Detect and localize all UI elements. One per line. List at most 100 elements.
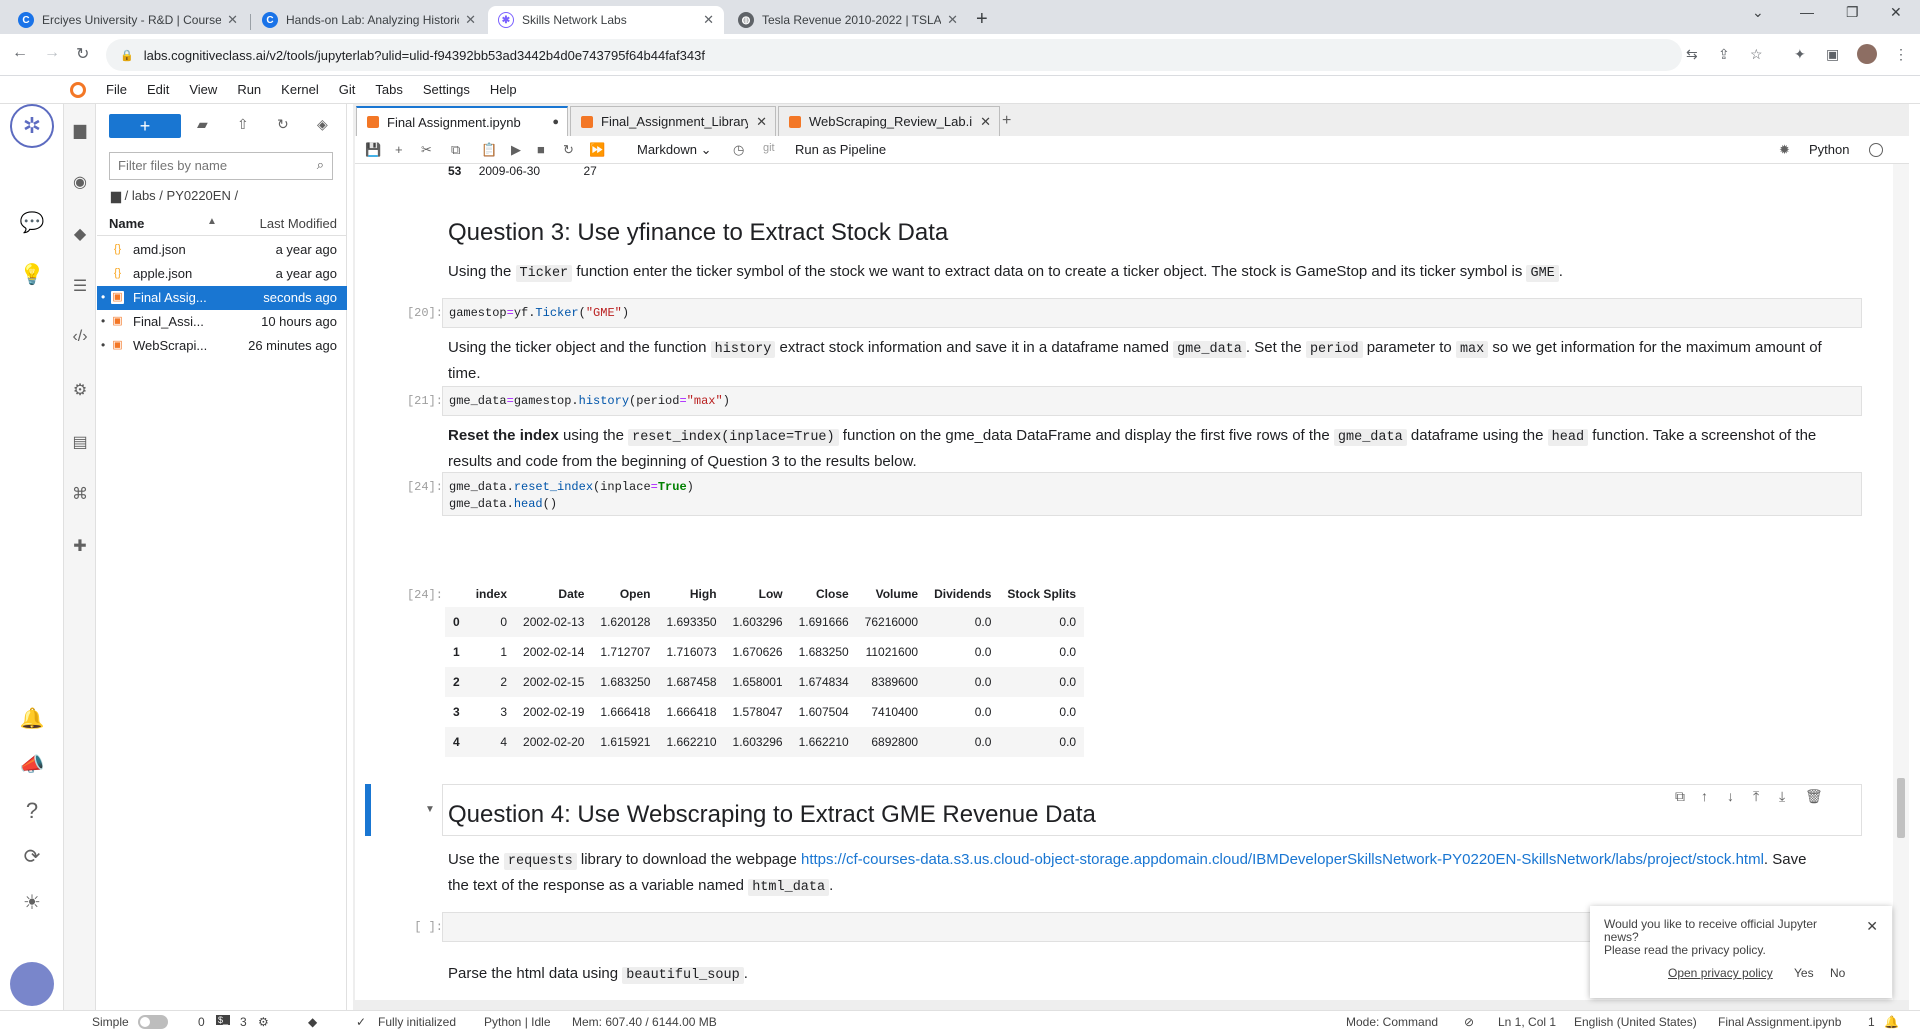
code-cell-history[interactable]: gme_data=gamestop.history(period="max") [442, 386, 1862, 416]
git-icon[interactable]: ◆ [70, 224, 90, 244]
menu-tabs[interactable]: Tabs [375, 82, 402, 97]
menu-kernel[interactable]: Kernel [281, 82, 319, 97]
menu-settings[interactable]: Settings [423, 82, 470, 97]
cut-icon[interactable]: ✂ [421, 142, 432, 158]
git-diff-button[interactable]: git [763, 142, 775, 154]
language-selector[interactable]: English (United States) [1574, 1015, 1697, 1029]
chrome-menu-icon[interactable]: ⋮ [1894, 46, 1908, 63]
run-icon[interactable]: ▶ [511, 142, 521, 158]
folder-icon[interactable]: ▆ [70, 120, 90, 140]
close-tab-icon[interactable]: ✕ [465, 12, 476, 28]
running-kernels-icon[interactable]: ◉ [70, 172, 90, 192]
menu-view[interactable]: View [189, 82, 217, 97]
move-down-icon[interactable]: ↓ [1727, 788, 1734, 804]
column-name[interactable]: Name [109, 216, 144, 231]
browser-tab-erciyes[interactable]: C Erciyes University - R&D | Course ✕ [8, 6, 248, 34]
move-up-icon[interactable]: ↑ [1701, 788, 1708, 804]
notification-bell-icon[interactable]: 🔔 [1884, 1015, 1899, 1029]
menu-git[interactable]: Git [339, 82, 356, 97]
close-tab-icon[interactable]: ✕ [227, 12, 238, 28]
side-panel-icon[interactable]: ▣ [1826, 46, 1839, 63]
browser-tab-skills-network[interactable]: ✱ Skills Network Labs ✕ [488, 6, 724, 34]
yes-button[interactable]: Yes [1790, 964, 1818, 982]
insert-below-icon[interactable]: ⤓ [1779, 788, 1785, 805]
close-tab-icon[interactable]: ✕ [703, 12, 714, 28]
close-icon[interactable]: ✕ [1866, 918, 1878, 935]
git-clone-icon[interactable]: ◈ [317, 116, 328, 133]
file-item-final-library[interactable]: • ▣ Final_Assi... 10 hours ago [97, 310, 347, 334]
translate-icon[interactable]: ⇆ [1686, 46, 1698, 63]
back-icon[interactable]: ← [12, 44, 28, 62]
add-tab-icon[interactable]: + [1002, 112, 1011, 130]
close-tab-icon[interactable]: ✕ [947, 12, 958, 28]
delete-cell-icon[interactable]: 🗑 [1805, 788, 1823, 805]
breadcrumb[interactable]: ▆ / labs / PY0220EN / [111, 188, 238, 204]
no-button[interactable]: No [1826, 964, 1849, 982]
refresh-icon[interactable]: ↻ [277, 116, 289, 133]
close-window-icon[interactable]: ✕ [1890, 4, 1902, 21]
cursor-position[interactable]: Ln 1, Col 1 [1498, 1015, 1556, 1029]
megaphone-icon[interactable]: 📣 [18, 752, 46, 777]
pipeline-icon[interactable]: ▤ [70, 432, 90, 452]
new-launcher-button[interactable]: + [109, 114, 181, 138]
bell-icon[interactable]: 🔔 [18, 706, 46, 731]
stop-icon[interactable]: ■ [537, 142, 545, 157]
forward-icon[interactable]: → [44, 44, 60, 62]
reload-icon[interactable]: ↻ [76, 44, 89, 64]
insert-above-icon[interactable]: ⤒ [1753, 788, 1759, 805]
stock-html-link[interactable]: https://cf-courses-data.s3.us.cloud-obje… [801, 851, 1764, 868]
upload-icon[interactable]: ⇧ [237, 116, 249, 133]
cell-type-select[interactable]: Markdown ⌄ [637, 142, 711, 158]
file-item-apple[interactable]: {} apple.json a year ago [97, 262, 347, 286]
theme-sun-icon[interactable]: ☀ [18, 890, 46, 915]
tab-webscraping-review[interactable]: WebScraping_Review_Lab.ip ✕ [778, 106, 1000, 136]
close-icon[interactable]: ✕ [756, 114, 767, 130]
new-folder-icon[interactable]: ▰ [197, 116, 208, 133]
lightbulb-icon[interactable]: 💡 [18, 262, 46, 287]
scrollbar-thumb[interactable] [1897, 778, 1905, 838]
paste-icon[interactable]: 📋 [481, 142, 497, 158]
file-item-final-assignment[interactable]: • ▣ Final Assig... seconds ago [97, 286, 347, 310]
git-status-icon[interactable]: ◆ [308, 1015, 317, 1029]
browser-tab-hands-on-lab[interactable]: C Hands-on Lab: Analyzing Historic ✕ [252, 6, 486, 34]
save-icon[interactable]: 💾 [365, 142, 381, 158]
code-cell-ticker[interactable]: gamestop=yf.Ticker("GME") [442, 298, 1862, 328]
code-cell-reset-index[interactable]: gme_data.reset_index(inplace=True) gme_d… [442, 472, 1862, 516]
notebook-scrollbar[interactable] [1893, 164, 1909, 1000]
duplicate-cell-icon[interactable]: ⧉ [1675, 788, 1685, 805]
collapse-caret-icon[interactable]: ▼ [425, 804, 435, 815]
profile-avatar[interactable] [1857, 44, 1877, 64]
clock-icon[interactable]: ◷ [733, 142, 744, 158]
user-avatar[interactable] [10, 962, 54, 1006]
fast-forward-icon[interactable]: ⏩ [589, 142, 605, 158]
address-bar[interactable]: 🔒 labs.cognitiveclass.ai/v2/tools/jupyte… [106, 39, 1763, 71]
extension-manager-icon[interactable]: ✚ [70, 536, 90, 556]
code-snippets-icon[interactable]: ‹/› [70, 328, 90, 346]
menu-help[interactable]: Help [490, 82, 517, 97]
table-of-contents-icon[interactable]: ☰ [70, 276, 90, 296]
help-icon[interactable]: ? [18, 798, 46, 824]
tab-final-assignment-library[interactable]: Final_Assignment_Library.ip ✕ [570, 106, 776, 136]
extensions-icon[interactable]: ✦ [1794, 46, 1806, 63]
kernels-count[interactable]: 3 [240, 1015, 247, 1029]
skills-network-logo-icon[interactable]: ✲ [10, 104, 54, 148]
bug-icon[interactable]: ✹ [1779, 142, 1790, 158]
restore-icon[interactable]: ❐ [1846, 4, 1859, 21]
restart-icon[interactable]: ↻ [563, 142, 574, 158]
share-icon[interactable]: ⇪ [1718, 46, 1730, 63]
unsaved-dot-icon[interactable]: ● [552, 116, 559, 128]
filter-files-input[interactable]: Filter files by name ⌕ [109, 152, 333, 180]
property-inspector-icon[interactable]: ⚙ [70, 380, 90, 400]
tab-final-assignment[interactable]: Final Assignment.ipynb ● [356, 106, 568, 136]
file-item-webscraping[interactable]: • ▣ WebScrapi... 26 minutes ago [97, 334, 347, 358]
column-last-modified[interactable]: Last Modified [260, 216, 337, 231]
run-as-pipeline-button[interactable]: Run as Pipeline [795, 142, 886, 157]
file-item-amd[interactable]: {} amd.json a year ago [97, 238, 347, 262]
browser-tab-tesla[interactable]: ◍ Tesla Revenue 2010-2022 | TSLA ✕ [728, 6, 968, 34]
new-tab-icon[interactable]: + [976, 8, 988, 31]
open-privacy-policy-button[interactable]: Open privacy policy [1664, 964, 1777, 982]
bookmark-star-icon[interactable]: ☆ [1750, 46, 1763, 63]
insert-cell-icon[interactable]: + [395, 142, 403, 157]
kernel-name[interactable]: Python [1809, 142, 1849, 157]
chat-icon[interactable]: 💬 [18, 210, 46, 235]
